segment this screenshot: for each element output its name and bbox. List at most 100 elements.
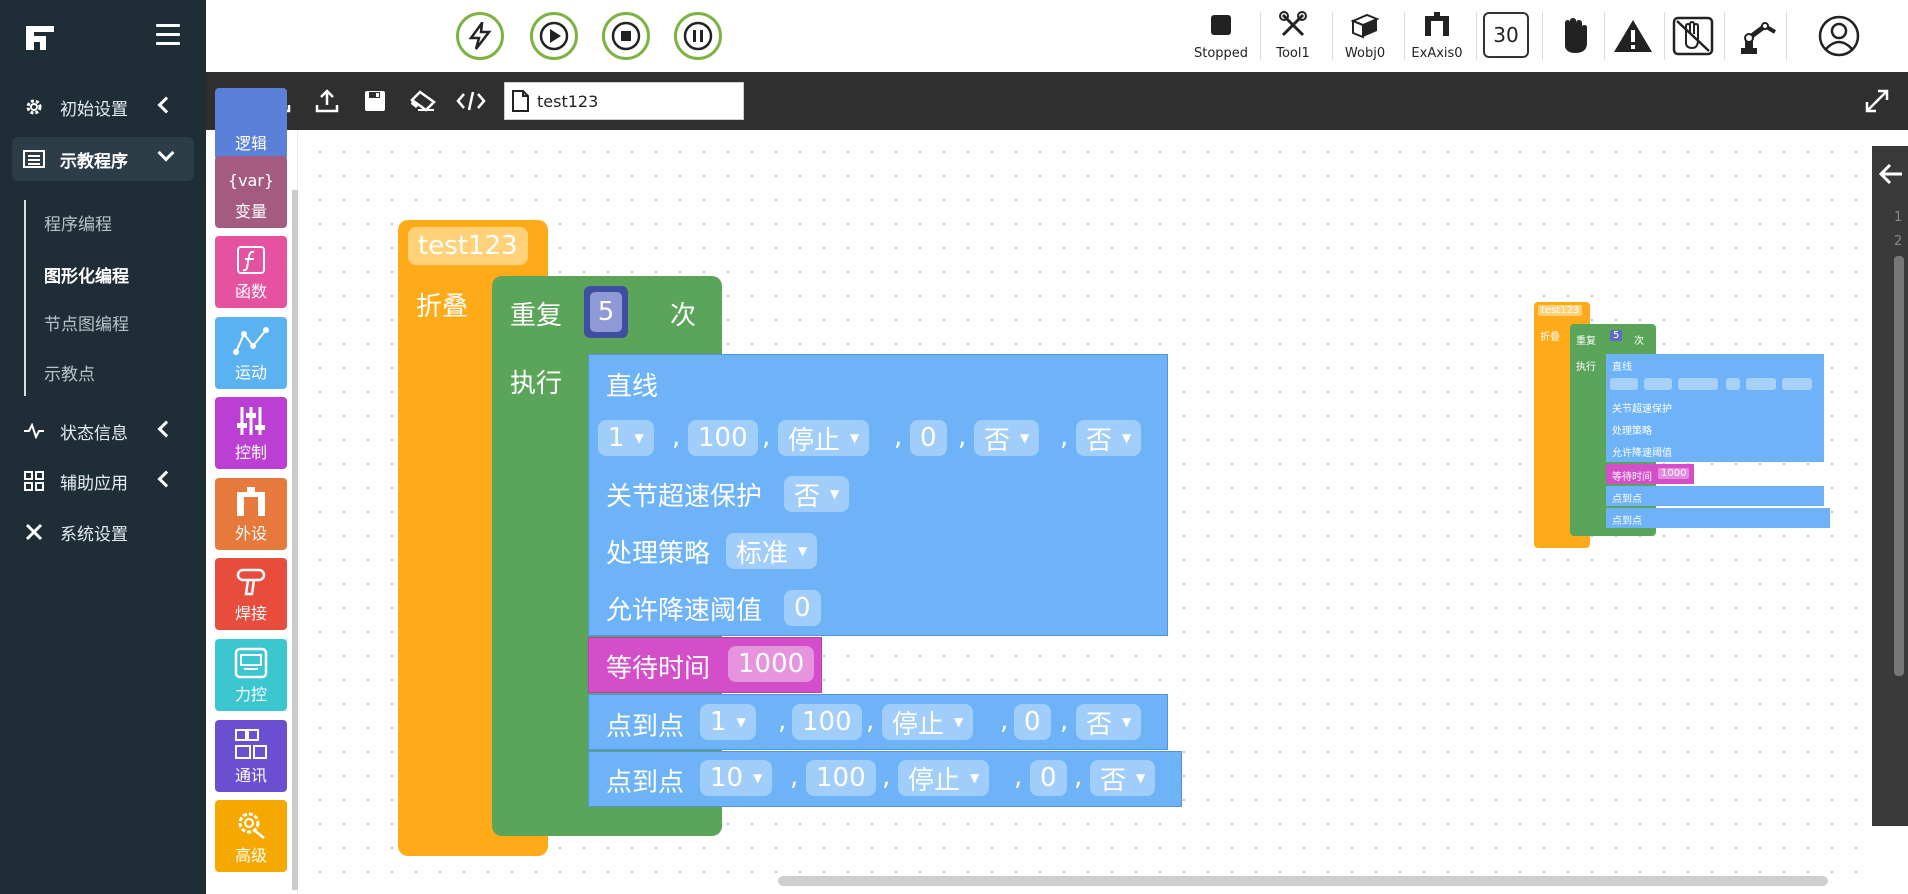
line-offset-dropdown[interactable]: 否 ▼: [974, 420, 1040, 456]
category-function[interactable]: 函数: [215, 236, 287, 308]
filename-field[interactable]: test123: [504, 82, 744, 120]
category-label: 变量: [234, 202, 267, 221]
pause-button[interactable]: [674, 12, 722, 60]
tool-selector[interactable]: Tool1: [1258, 10, 1328, 64]
program-name-pill[interactable]: test123: [408, 227, 528, 265]
run-button[interactable]: [530, 12, 578, 60]
eraser-icon[interactable]: [408, 86, 438, 116]
power-enable-button[interactable]: [456, 12, 504, 60]
nav-teach-program[interactable]: 示教程序: [12, 137, 194, 181]
decel-threshold-label: 允许降速阈值: [606, 596, 763, 626]
minimap-param: [1678, 378, 1718, 390]
ptp2-point-value: 10: [710, 763, 744, 793]
line-stop-dropdown[interactable]: 停止 ▼: [778, 420, 870, 456]
sub-item-node-graph[interactable]: 节点图编程: [44, 310, 129, 335]
robot-arm-icon[interactable]: [1734, 14, 1780, 58]
stop-icon: [611, 21, 641, 51]
code-panel-scrollbar[interactable]: [1894, 256, 1904, 676]
category-label: 通讯: [234, 766, 267, 785]
communication-icon: [215, 720, 287, 760]
category-logic[interactable]: 逻辑: [215, 88, 287, 160]
speed-value[interactable]: 30: [1483, 12, 1529, 58]
list-icon: [22, 147, 46, 171]
ptp2-offset-dropdown[interactable]: 否 ▼: [1090, 760, 1156, 796]
minimap-do: 执行: [1576, 362, 1596, 373]
ptp1-stop-value: 停止: [892, 709, 945, 740]
category-label: 高级: [234, 846, 267, 865]
divider: [1664, 12, 1665, 60]
category-communication[interactable]: 通讯: [215, 720, 287, 792]
repeat-count-input[interactable]: 5: [584, 286, 628, 338]
ptp1-speed-input[interactable]: 100: [792, 704, 862, 740]
category-welding[interactable]: 焊接: [215, 558, 287, 630]
strategy-dropdown[interactable]: 标准 ▼: [726, 533, 818, 569]
chevron-left-icon: [157, 470, 175, 488]
sub-item-graphical-programming[interactable]: 图形化编程: [44, 262, 129, 287]
arrow-left-icon[interactable]: [1878, 162, 1904, 186]
ptp1-point-value: 1: [710, 707, 727, 737]
ptp2-stop-dropdown[interactable]: 停止 ▼: [898, 760, 990, 796]
wobj-selector[interactable]: Wobj0: [1330, 10, 1400, 64]
line-number: 2: [1894, 234, 1903, 249]
lightning-icon: [468, 22, 492, 50]
workspace-minimap[interactable]: test123 折叠 重复 5 次 执行 直线 关节超速保护 处理策略 允许降速…: [1534, 302, 1834, 550]
category-force-control[interactable]: 力控: [215, 639, 287, 711]
workspace-horizontal-scrollbar[interactable]: [778, 876, 1828, 886]
minimap-strategy: 处理策略: [1612, 426, 1652, 437]
category-control[interactable]: 控制: [215, 397, 287, 469]
sub-item-teach-points[interactable]: 示教点: [44, 360, 95, 385]
code-view-icon[interactable]: [456, 86, 486, 116]
nav-system-settings[interactable]: 系统设置: [12, 510, 194, 554]
joint-protect-dropdown[interactable]: 否 ▼: [784, 476, 850, 512]
category-label: 力控: [234, 685, 267, 704]
ptp1-stop-dropdown[interactable]: 停止 ▼: [882, 704, 974, 740]
wait-value-input[interactable]: 1000: [728, 646, 815, 682]
minimap-wait: 等待时间: [1612, 472, 1652, 483]
ptp2-point-dropdown[interactable]: 10 ▼: [700, 760, 773, 796]
line-point-value: 1: [608, 423, 625, 453]
dropdown-arrow-icon: ▼: [753, 771, 763, 785]
drag-disabled-icon[interactable]: [1670, 14, 1716, 58]
fold-label: 折叠: [416, 292, 469, 322]
decel-threshold-input[interactable]: 0: [784, 590, 821, 626]
ptp2-stop-value: 停止: [908, 765, 961, 796]
dropdown-arrow-icon: ▼: [1122, 715, 1132, 729]
fullscreen-icon[interactable]: [1864, 88, 1890, 114]
divider: [1786, 12, 1787, 60]
save-icon[interactable]: [360, 86, 390, 116]
ptp2-speed-input[interactable]: 100: [806, 760, 876, 796]
nav-initial-settings[interactable]: 初始设置: [12, 85, 194, 129]
line-speed-input[interactable]: 100: [688, 420, 758, 456]
line-extra-dropdown[interactable]: 否 ▼: [1076, 420, 1142, 456]
exaxis-label: ExAxis0: [1411, 46, 1463, 61]
category-variable[interactable]: {var} 变量: [215, 156, 287, 228]
category-motion[interactable]: 运动: [215, 317, 287, 389]
ptp1-offset-dropdown[interactable]: 否 ▼: [1076, 704, 1142, 740]
grid-icon: [22, 469, 46, 493]
hand-guide-icon[interactable]: [1551, 14, 1597, 58]
upload-icon[interactable]: [312, 86, 342, 116]
user-avatar-icon[interactable]: [1816, 14, 1862, 58]
sub-item-program-editing[interactable]: 程序编程: [44, 210, 112, 235]
dropdown-arrow-icon: ▼: [798, 544, 808, 558]
ptp1-point-dropdown[interactable]: 1 ▼: [700, 704, 756, 740]
ptp2-blend-input[interactable]: 0: [1030, 760, 1067, 796]
nav-aux-apps[interactable]: 辅助应用: [12, 459, 194, 503]
nav-label: 辅助应用: [60, 473, 128, 494]
exaxis-selector[interactable]: ExAxis0: [1402, 10, 1472, 64]
stop-button[interactable]: [602, 12, 650, 60]
category-advanced[interactable]: 高级: [215, 800, 287, 872]
block-workspace[interactable]: test123 折叠 重复 5 次 执行 直线 1 ▼ , 100 , 停止 ▼ ,…: [298, 130, 1872, 894]
separator: ,: [1074, 762, 1083, 792]
line-point-dropdown[interactable]: 1 ▼: [598, 420, 654, 456]
nav-status-info[interactable]: 状态信息: [12, 409, 194, 453]
nav-label: 示教程序: [60, 151, 128, 172]
category-peripheral[interactable]: 外设: [215, 478, 287, 550]
menu-toggle-icon[interactable]: [156, 24, 180, 46]
divider: [1476, 12, 1477, 60]
advanced-gear-icon: [215, 800, 287, 840]
line-blend-input[interactable]: 0: [910, 420, 947, 456]
separator: ,: [958, 422, 967, 452]
warning-icon[interactable]: [1610, 14, 1656, 58]
ptp1-blend-input[interactable]: 0: [1014, 704, 1051, 740]
